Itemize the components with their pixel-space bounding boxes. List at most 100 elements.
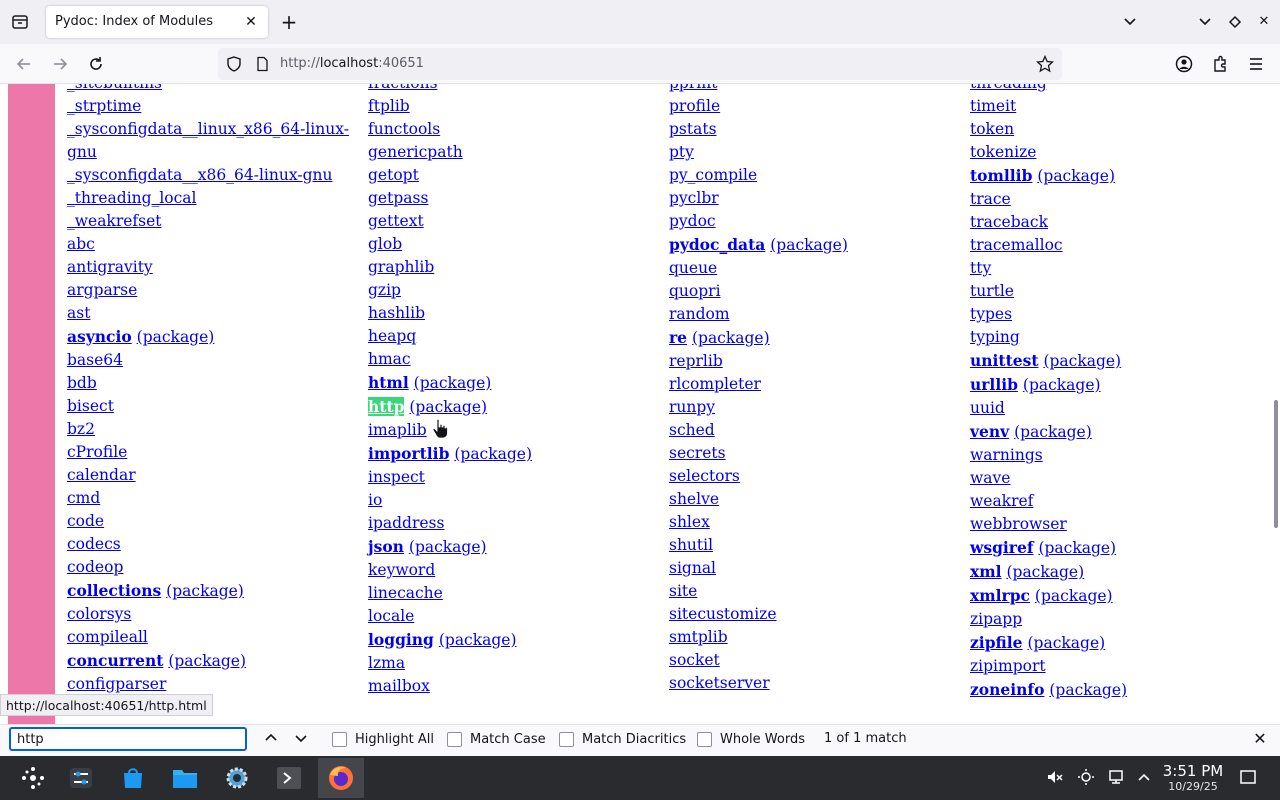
module-link[interactable]: py_compile	[669, 166, 757, 184]
module-link[interactable]: tty	[970, 259, 991, 277]
module-link[interactable]: code	[67, 512, 104, 530]
package-tag[interactable]: (package)	[1035, 587, 1113, 605]
close-find-bar-icon[interactable]: ✕	[1250, 729, 1270, 749]
find-previous-icon[interactable]	[262, 729, 280, 747]
module-link[interactable]: io	[368, 491, 382, 509]
package-tag[interactable]: (package)	[454, 445, 532, 463]
module-link[interactable]: zipapp	[970, 610, 1022, 628]
module-link[interactable]: logging	[368, 630, 434, 649]
module-link[interactable]: tokenize	[970, 143, 1036, 161]
checkbox-box[interactable]	[447, 731, 462, 747]
module-link[interactable]: zipfile	[970, 633, 1023, 652]
module-link[interactable]: trace	[970, 190, 1011, 208]
package-tag[interactable]: (package)	[1043, 352, 1121, 370]
brightness-icon[interactable]	[1077, 768, 1095, 786]
module-link[interactable]: queue	[669, 259, 717, 277]
package-tag[interactable]: (package)	[1014, 423, 1092, 441]
match-case-checkbox[interactable]: Match Case	[447, 730, 546, 748]
module-link[interactable]: hmac	[368, 350, 411, 368]
module-link[interactable]: typing	[970, 328, 1020, 346]
module-link[interactable]: threading	[970, 84, 1047, 92]
package-tag[interactable]: (package)	[414, 374, 492, 392]
module-link[interactable]: wsgiref	[970, 538, 1034, 557]
module-link[interactable]: zipimport	[970, 657, 1046, 675]
checkbox-box[interactable]	[697, 731, 712, 747]
module-link[interactable]: compileall	[67, 628, 148, 646]
module-link[interactable]: runpy	[669, 398, 715, 416]
package-tag[interactable]: (package)	[409, 398, 487, 416]
maximize-diamond-icon[interactable]	[1225, 12, 1245, 32]
module-link[interactable]: xmlrpc	[970, 586, 1030, 605]
module-link[interactable]: cmd	[67, 489, 100, 507]
close-tab-icon[interactable]: ✕	[242, 13, 260, 31]
software-store-icon[interactable]	[110, 758, 156, 798]
module-link[interactable]: codecs	[67, 535, 121, 553]
module-link[interactable]: unittest	[970, 351, 1039, 370]
tab-list-icon[interactable]	[10, 12, 30, 32]
module-link[interactable]: pstats	[669, 120, 717, 138]
package-tag[interactable]: (package)	[137, 328, 215, 346]
module-link[interactable]: mailbox	[368, 677, 430, 695]
module-link[interactable]: functools	[368, 120, 440, 138]
module-link[interactable]: uuid	[970, 399, 1005, 417]
forward-arrow-icon[interactable]	[50, 54, 70, 74]
package-tag[interactable]: (package)	[1028, 634, 1106, 652]
module-link[interactable]: html	[368, 373, 409, 392]
module-link[interactable]: _threading_local	[67, 189, 197, 207]
package-tag[interactable]: (package)	[1037, 167, 1115, 185]
module-link[interactable]: bz2	[67, 420, 95, 438]
checkbox-box[interactable]	[559, 731, 574, 747]
module-link[interactable]: configparser	[67, 675, 166, 693]
new-tab-icon[interactable]: +	[278, 11, 300, 33]
module-link[interactable]: _sitebuiltins	[67, 84, 162, 92]
package-tag[interactable]: (package)	[439, 631, 517, 649]
module-link[interactable]: imaplib	[368, 421, 427, 439]
module-link[interactable]: sched	[669, 421, 715, 439]
module-link[interactable]: secrets	[669, 444, 726, 462]
module-link[interactable]: colorsys	[67, 605, 131, 623]
package-tag[interactable]: (package)	[166, 582, 244, 600]
system-settings-icon[interactable]	[58, 758, 104, 798]
module-link[interactable]: ast	[67, 304, 90, 322]
package-tag[interactable]: (package)	[770, 236, 848, 254]
module-link[interactable]: token	[970, 120, 1014, 138]
module-link[interactable]: gettext	[368, 212, 424, 230]
reload-icon[interactable]	[86, 54, 106, 74]
module-link[interactable]: codeop	[67, 558, 123, 576]
volume-muted-icon[interactable]	[1046, 768, 1064, 786]
account-icon[interactable]	[1174, 54, 1194, 74]
module-link[interactable]: tracemalloc	[970, 236, 1063, 254]
module-link[interactable]: pydoc	[669, 212, 716, 230]
tracking-protection-shield-icon[interactable]	[226, 56, 242, 76]
module-link[interactable]: collections	[67, 581, 161, 600]
find-input[interactable]	[9, 727, 247, 751]
module-link[interactable]: pprint	[669, 84, 717, 92]
package-tag[interactable]: (package)	[1049, 681, 1127, 699]
module-link[interactable]: pyclbr	[669, 189, 719, 207]
module-link[interactable]: turtle	[970, 282, 1014, 300]
module-link[interactable]: socketserver	[669, 674, 770, 692]
module-link[interactable]: urllib	[970, 375, 1018, 394]
module-link[interactable]: warnings	[970, 446, 1043, 464]
module-link[interactable]: _sysconfigdata__linux_x86_64-linux-	[67, 120, 349, 138]
close-window-icon[interactable]: ✕	[1254, 12, 1274, 32]
file-manager-icon[interactable]	[162, 758, 208, 798]
module-link[interactable]: http	[368, 397, 405, 416]
module-link[interactable]: reprlib	[669, 352, 723, 370]
module-link[interactable]: shlex	[669, 513, 710, 531]
checkbox-box[interactable]	[332, 731, 347, 747]
extensions-icon[interactable]	[1210, 54, 1230, 74]
module-link[interactable]: zoneinfo	[970, 680, 1044, 699]
module-link[interactable]: hashlib	[368, 304, 425, 322]
module-link[interactable]: selectors	[669, 467, 740, 485]
match-diacritics-checkbox[interactable]: Match Diacritics	[559, 730, 686, 748]
module-link[interactable]: calendar	[67, 466, 136, 484]
module-link[interactable]: signal	[669, 559, 716, 577]
whole-words-checkbox[interactable]: Whole Words	[697, 730, 805, 748]
module-link[interactable]: types	[970, 305, 1012, 323]
module-link[interactable]: graphlib	[368, 258, 434, 276]
module-link[interactable]: antigravity	[67, 258, 153, 276]
module-link[interactable]: locale	[368, 607, 414, 625]
module-link[interactable]: _weakrefset	[67, 212, 162, 230]
module-link[interactable]: socket	[669, 651, 720, 669]
